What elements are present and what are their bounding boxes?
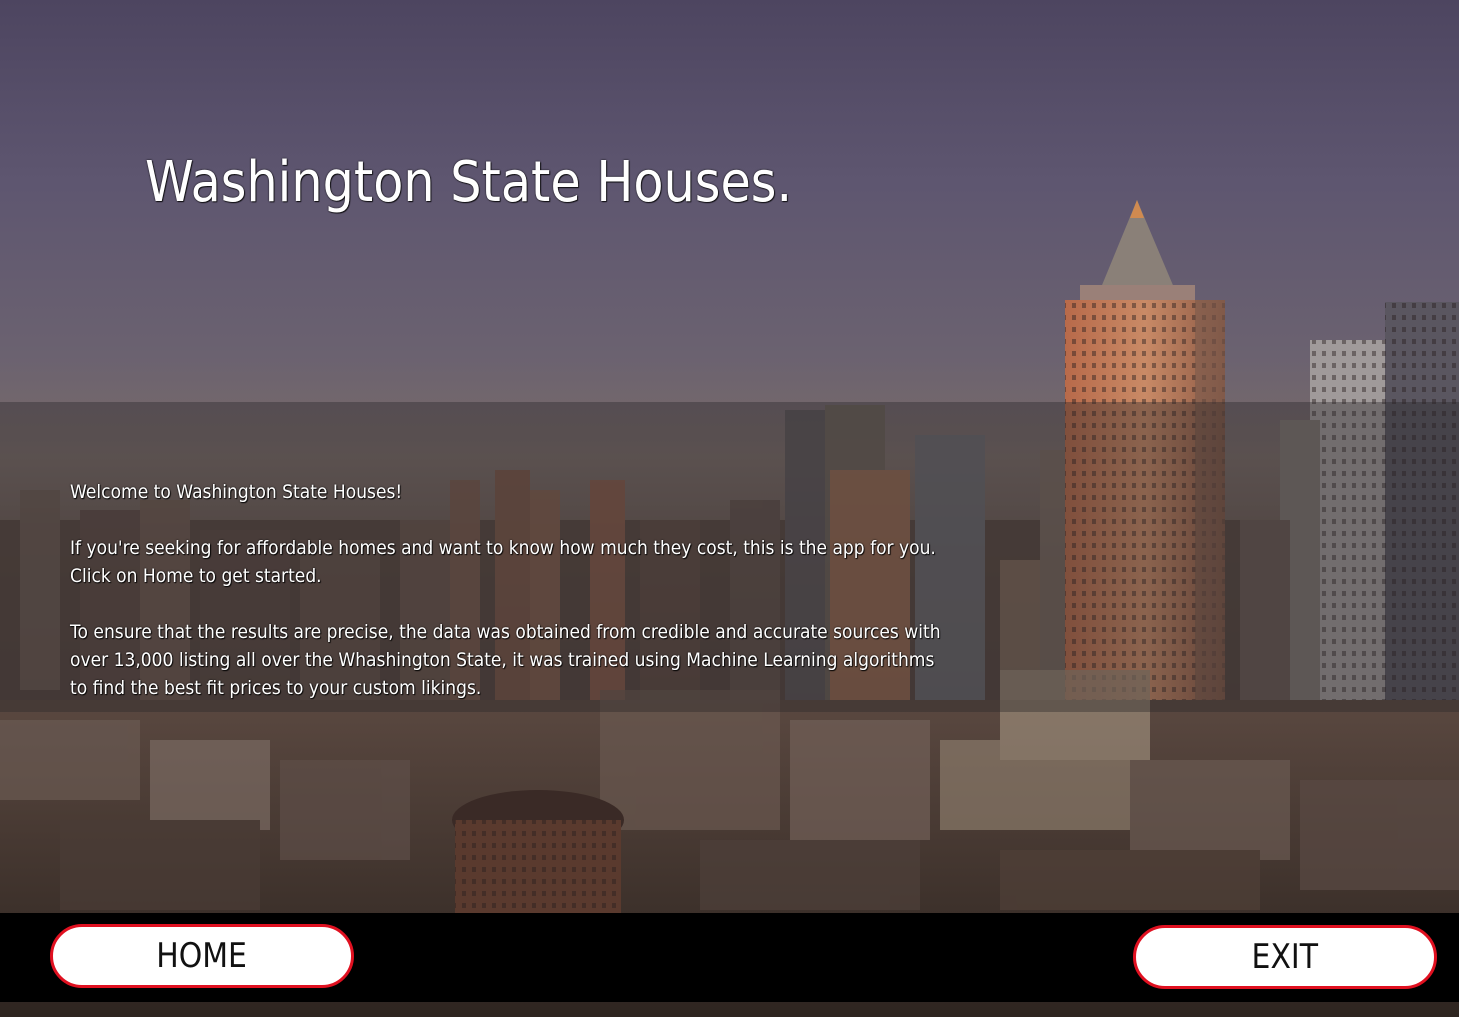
home-button-label: HOME: [156, 936, 248, 976]
intro-paragraph-2-line-2: over 13,000 listing all over the Whashin…: [70, 649, 935, 671]
intro-paragraph-1: If you're seeking for affordable homes a…: [70, 534, 952, 590]
exit-button-label: EXIT: [1251, 937, 1319, 977]
welcome-text: Welcome to Washington State Houses!: [70, 481, 403, 503]
page-title: Washington State Houses.: [145, 150, 793, 215]
home-button[interactable]: HOME: [50, 924, 354, 988]
intro-paragraph-2-line-3: to find the best fit prices to your cust…: [70, 677, 482, 699]
app-window: Washington State Houses. Welcome to Wash…: [0, 0, 1459, 1017]
footer-bar: HOME EXIT: [0, 913, 1459, 1002]
intro-paragraph-1-line-2: Click on Home to get started.: [70, 565, 322, 587]
intro-paragraph-1-line-1: If you're seeking for affordable homes a…: [70, 537, 936, 559]
intro-text: Welcome to Washington State Houses! If y…: [70, 478, 952, 730]
intro-paragraph-2: To ensure that the results are precise, …: [70, 618, 952, 702]
intro-paragraph-2-line-1: To ensure that the results are precise, …: [70, 621, 941, 643]
exit-button[interactable]: EXIT: [1133, 925, 1437, 989]
